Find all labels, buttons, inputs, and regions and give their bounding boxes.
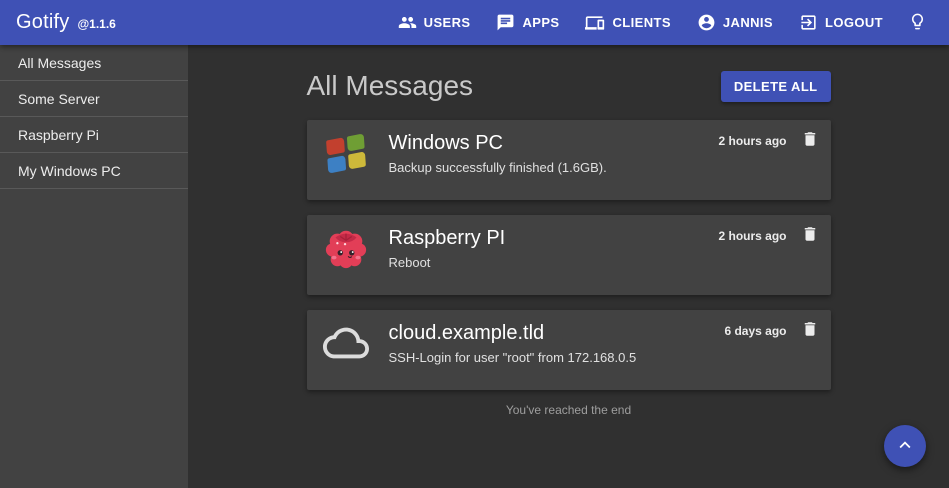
delete-all-button[interactable]: DELETE ALL bbox=[721, 71, 831, 102]
trash-icon bbox=[801, 231, 819, 246]
windows-logo bbox=[323, 130, 369, 176]
message-title: Raspberry PI bbox=[389, 226, 506, 250]
nav-apps-button[interactable]: APPS bbox=[483, 5, 572, 40]
message-text: Raspberry PI Reboot bbox=[389, 225, 506, 270]
sidebar-item-some-server[interactable]: Some Server bbox=[0, 81, 188, 117]
sidebar-item-all-messages[interactable]: All Messages bbox=[0, 45, 188, 81]
delete-message-button[interactable] bbox=[801, 130, 819, 151]
message-timestamp: 2 hours ago bbox=[718, 134, 786, 148]
message-meta: 2 hours ago bbox=[718, 225, 818, 246]
nav-clients-label: CLIENTS bbox=[612, 15, 670, 30]
message-text: cloud.example.tld SSH-Login for user "ro… bbox=[389, 320, 637, 365]
page-header: All Messages DELETE ALL bbox=[307, 70, 831, 102]
message-card: Windows PC Backup successfully finished … bbox=[307, 120, 831, 200]
page-title: All Messages bbox=[307, 70, 474, 102]
message-body: Backup successfully finished (1.6GB). bbox=[389, 160, 607, 175]
sidebar-item-label: All Messages bbox=[18, 55, 101, 71]
delete-message-button[interactable] bbox=[801, 225, 819, 246]
clients-icon bbox=[585, 13, 605, 33]
nav-users-button[interactable]: USERS bbox=[385, 5, 484, 40]
users-icon bbox=[398, 13, 417, 32]
message-body: SSH-Login for user "root" from 172.168.0… bbox=[389, 350, 637, 365]
scroll-to-top-button[interactable] bbox=[884, 425, 926, 467]
message-body: Reboot bbox=[389, 255, 506, 270]
sidebar-item-raspberry-pi[interactable]: Raspberry Pi bbox=[0, 117, 188, 153]
message-timestamp: 2 hours ago bbox=[718, 229, 786, 243]
message-title: Windows PC bbox=[389, 131, 607, 155]
trash-icon bbox=[801, 136, 819, 151]
message-card: cloud.example.tld SSH-Login for user "ro… bbox=[307, 310, 831, 390]
message-meta: 6 days ago bbox=[724, 320, 818, 341]
message-title: cloud.example.tld bbox=[389, 321, 637, 345]
nav-clients-button[interactable]: CLIENTS bbox=[572, 5, 683, 41]
lightbulb-icon bbox=[908, 19, 927, 34]
nav-users-label: USERS bbox=[424, 15, 471, 30]
brand: Gotify @1.1.6 bbox=[16, 11, 116, 34]
top-navbar: Gotify @1.1.6 USERS APPS CLIENTS JA bbox=[0, 0, 949, 45]
nav-apps-label: APPS bbox=[522, 15, 559, 30]
sidebar-item-my-windows-pc[interactable]: My Windows PC bbox=[0, 153, 188, 189]
theme-toggle-button[interactable] bbox=[896, 4, 933, 42]
nav-user-label: JANNIS bbox=[723, 15, 773, 30]
message-timestamp: 6 days ago bbox=[724, 324, 786, 338]
logout-icon bbox=[799, 13, 818, 32]
sidebar-item-label: My Windows PC bbox=[18, 163, 121, 179]
nav-logout-label: LOGOUT bbox=[825, 15, 883, 30]
message-card: Raspberry PI Reboot 2 hours ago bbox=[307, 215, 831, 295]
cloud-icon bbox=[323, 320, 369, 366]
navbar-actions: USERS APPS CLIENTS JANNIS LOGOUT bbox=[385, 4, 933, 42]
app-version: @1.1.6 bbox=[77, 17, 115, 31]
message-meta: 2 hours ago bbox=[718, 130, 818, 151]
raspberry-logo bbox=[323, 225, 369, 271]
sidebar: All Messages Some Server Raspberry Pi My… bbox=[0, 45, 188, 488]
nav-logout-button[interactable]: LOGOUT bbox=[786, 5, 896, 40]
message-text: Windows PC Backup successfully finished … bbox=[389, 130, 607, 175]
trash-icon bbox=[801, 326, 819, 341]
end-of-list-text: You've reached the end bbox=[307, 403, 831, 417]
delete-message-button[interactable] bbox=[801, 320, 819, 341]
main-content: All Messages DELETE ALL Windows PC Backu… bbox=[188, 45, 949, 488]
sidebar-item-label: Some Server bbox=[18, 91, 100, 107]
app-title: Gotify bbox=[16, 11, 69, 34]
chevron-up-icon bbox=[894, 434, 916, 459]
account-icon bbox=[697, 13, 716, 32]
sidebar-item-label: Raspberry Pi bbox=[18, 127, 99, 143]
apps-icon bbox=[496, 13, 515, 32]
nav-user-button[interactable]: JANNIS bbox=[684, 5, 786, 40]
